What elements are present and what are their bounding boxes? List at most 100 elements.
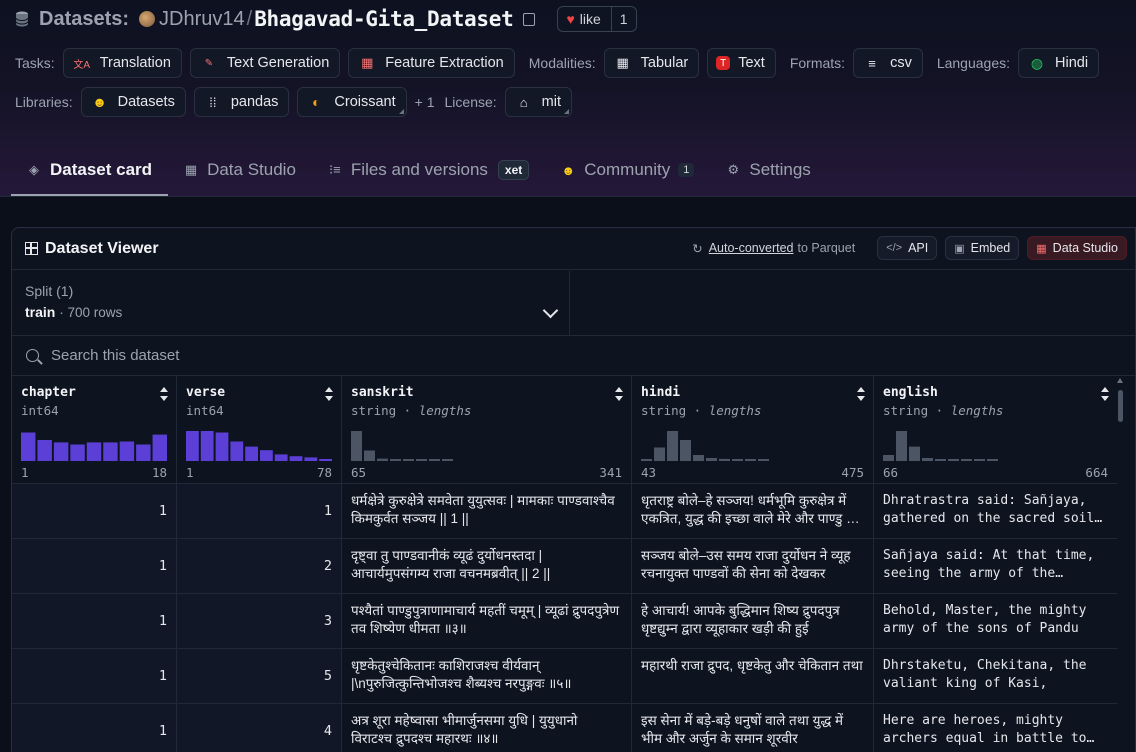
histogram-bar[interactable] (948, 459, 959, 461)
histogram-bar[interactable] (922, 458, 933, 461)
cell-sanskrit[interactable]: धृष्टकेतुश्चेकितानः काशिराजश्च वीर्यवान्… (342, 649, 632, 703)
histogram-bar[interactable] (974, 459, 985, 461)
table-row[interactable]: 1 4 अत्र शूरा महेष्वासा भीमार्जुनसमा युधि … (12, 704, 1117, 752)
repo-name[interactable]: Bhagavad-Gita_Dataset (254, 7, 514, 31)
sort-icon[interactable] (615, 387, 623, 401)
tag-tabular[interactable]: ▦ Tabular (603, 48, 700, 78)
sort-icon[interactable] (857, 387, 865, 401)
cell-english[interactable]: Dhratrastra said: Sañjaya, gathered on t… (874, 484, 1117, 538)
tab-community[interactable]: ☻ Community 1 (545, 150, 710, 190)
histogram-bar[interactable] (935, 459, 946, 461)
histogram-bar[interactable] (416, 459, 427, 461)
column-header-verse[interactable]: verse int64 1 78 (177, 376, 342, 483)
histogram-bar[interactable] (745, 459, 756, 461)
cell-chapter[interactable]: 1 (12, 594, 177, 648)
table-row[interactable]: 1 3 पश्यैतां पाण्डुपुत्राणामाचार्य महतीं च… (12, 594, 1117, 649)
cell-verse[interactable]: 1 (177, 484, 342, 538)
histogram-bar[interactable] (119, 441, 135, 462)
histogram-bar[interactable] (364, 450, 375, 462)
histogram-bar[interactable] (21, 432, 36, 462)
cell-chapter[interactable]: 1 (12, 649, 177, 703)
cell-sanskrit[interactable]: अत्र शूरा महेष्वासा भीमार्जुनसमा युधि | … (342, 704, 632, 752)
histogram[interactable] (351, 431, 499, 461)
section-label[interactable]: Datasets: (39, 8, 129, 31)
search-input[interactable]: Search this dataset (51, 347, 179, 364)
more-libraries[interactable]: + 1 (415, 94, 435, 110)
histogram-bar[interactable] (103, 442, 118, 461)
table-row[interactable]: 1 5 धृष्टकेतुश्चेकितानः काशिराजश्च वीर्यवा… (12, 649, 1117, 704)
tag-csv[interactable]: ≡ csv (853, 48, 923, 78)
histogram-bar[interactable] (319, 459, 332, 461)
histogram-bar[interactable] (377, 458, 388, 461)
data-studio-button[interactable]: ▦ Data Studio (1027, 236, 1127, 260)
histogram-bar[interactable] (304, 457, 318, 461)
scroll-up-icon[interactable] (1117, 378, 1123, 383)
cell-chapter[interactable]: 1 (12, 484, 177, 538)
histogram-bar[interactable] (693, 455, 704, 461)
histogram-bar[interactable] (883, 455, 894, 461)
table-row[interactable]: 1 1 धर्मक्षेत्रे कुरुक्षेत्रे समवेता युयुत… (12, 484, 1117, 539)
histogram-bar[interactable] (719, 458, 730, 461)
like-button[interactable]: ♥ like 1 (557, 6, 637, 32)
histogram-bar[interactable] (641, 459, 652, 461)
cell-chapter[interactable]: 1 (12, 539, 177, 593)
split-selector[interactable]: Split (1) train · 700 rows (12, 271, 570, 335)
owner-link[interactable]: JDhruv14 (159, 8, 245, 31)
cell-hindi[interactable]: सञ्जय बोले–उस समय राजा दुर्योधन ने व्यूह… (632, 539, 874, 593)
cell-english[interactable]: Behold, Master, the mighty army of the s… (874, 594, 1117, 648)
histogram-bar[interactable] (667, 431, 678, 461)
histogram-bar[interactable] (215, 432, 229, 462)
histogram[interactable] (21, 431, 167, 461)
histogram-bar[interactable] (758, 459, 769, 461)
histogram-bar[interactable] (732, 459, 743, 461)
histogram[interactable] (641, 431, 789, 461)
tab-data-studio[interactable]: ▦ Data Studio (168, 150, 312, 190)
cell-verse[interactable]: 5 (177, 649, 342, 703)
tag-text[interactable]: T Text (707, 48, 776, 78)
histogram-bar[interactable] (260, 450, 273, 461)
cell-sanskrit[interactable]: धर्मक्षेत्रे कुरुक्षेत्रे समवेता युयुत्स… (342, 484, 632, 538)
histogram-bar[interactable] (37, 440, 52, 461)
cell-verse[interactable]: 3 (177, 594, 342, 648)
tag-hindi[interactable]: ◍ Hindi (1018, 48, 1100, 78)
histogram-bar[interactable] (680, 440, 691, 461)
histogram-bar[interactable] (909, 446, 920, 461)
tab-files-and-versions[interactable]: ⁝≡ Files and versions xet (312, 150, 545, 190)
embed-button[interactable]: ▣ Embed (945, 236, 1020, 260)
histogram-bar[interactable] (442, 459, 453, 461)
cell-hindi[interactable]: महारथी राजा द्रुपद, धृष्टकेतु और चेकितान… (632, 649, 874, 703)
tag-license[interactable]: ⌂ mit (504, 87, 573, 117)
column-header-hindi[interactable]: hindi string · lengths 43 475 (632, 376, 874, 483)
histogram-bar[interactable] (186, 431, 199, 461)
histogram-bar[interactable] (706, 458, 717, 461)
histogram-bar[interactable] (86, 442, 102, 461)
scroll-thumb[interactable] (1118, 390, 1123, 422)
cell-chapter[interactable]: 1 (12, 704, 177, 752)
cell-english[interactable]: Here are heroes, mighty archers equal in… (874, 704, 1117, 752)
histogram[interactable] (186, 431, 332, 461)
table-row[interactable]: 1 2 दृष्ट्वा तु पाण्डवानीकं व्यूढं दुर्योध… (12, 539, 1117, 594)
cell-verse[interactable]: 2 (177, 539, 342, 593)
histogram-bar[interactable] (390, 459, 401, 461)
table-scrollbar[interactable] (1116, 376, 1125, 752)
cell-hindi[interactable]: इस सेना में बड़े-बड़े धनुषों वाले तथा यु… (632, 704, 874, 752)
cell-sanskrit[interactable]: दृष्ट्वा तु पाण्डवानीकं व्यूढं दुर्योधनस… (342, 539, 632, 593)
histogram-bar[interactable] (274, 454, 288, 461)
histogram-bar[interactable] (289, 456, 303, 461)
histogram-bar[interactable] (245, 446, 258, 461)
cell-hindi[interactable]: हे आचार्य! आपके बुद्धिमान शिष्य द्रुपदपु… (632, 594, 874, 648)
sort-icon[interactable] (1101, 387, 1109, 401)
cell-sanskrit[interactable]: पश्यैतां पाण्डुपुत्राणामाचार्य महतीं चमू… (342, 594, 632, 648)
column-header-english[interactable]: english string · lengths 66 664 (874, 376, 1117, 483)
histogram-bar[interactable] (961, 459, 972, 461)
search-bar[interactable]: Search this dataset (12, 335, 1135, 376)
histogram-bar[interactable] (200, 431, 214, 461)
histogram-bar[interactable] (351, 431, 362, 461)
api-button[interactable]: </> API (877, 236, 938, 260)
histogram-bar[interactable] (987, 459, 998, 461)
tag-croissant[interactable]: ◐ Croissant (297, 87, 407, 117)
column-header-chapter[interactable]: chapter int64 1 18 (12, 376, 177, 483)
column-header-sanskrit[interactable]: sanskrit string · lengths 65 341 (342, 376, 632, 483)
tag-text-generation[interactable]: ✎ Text Generation (189, 48, 341, 78)
histogram-bar[interactable] (230, 441, 244, 462)
